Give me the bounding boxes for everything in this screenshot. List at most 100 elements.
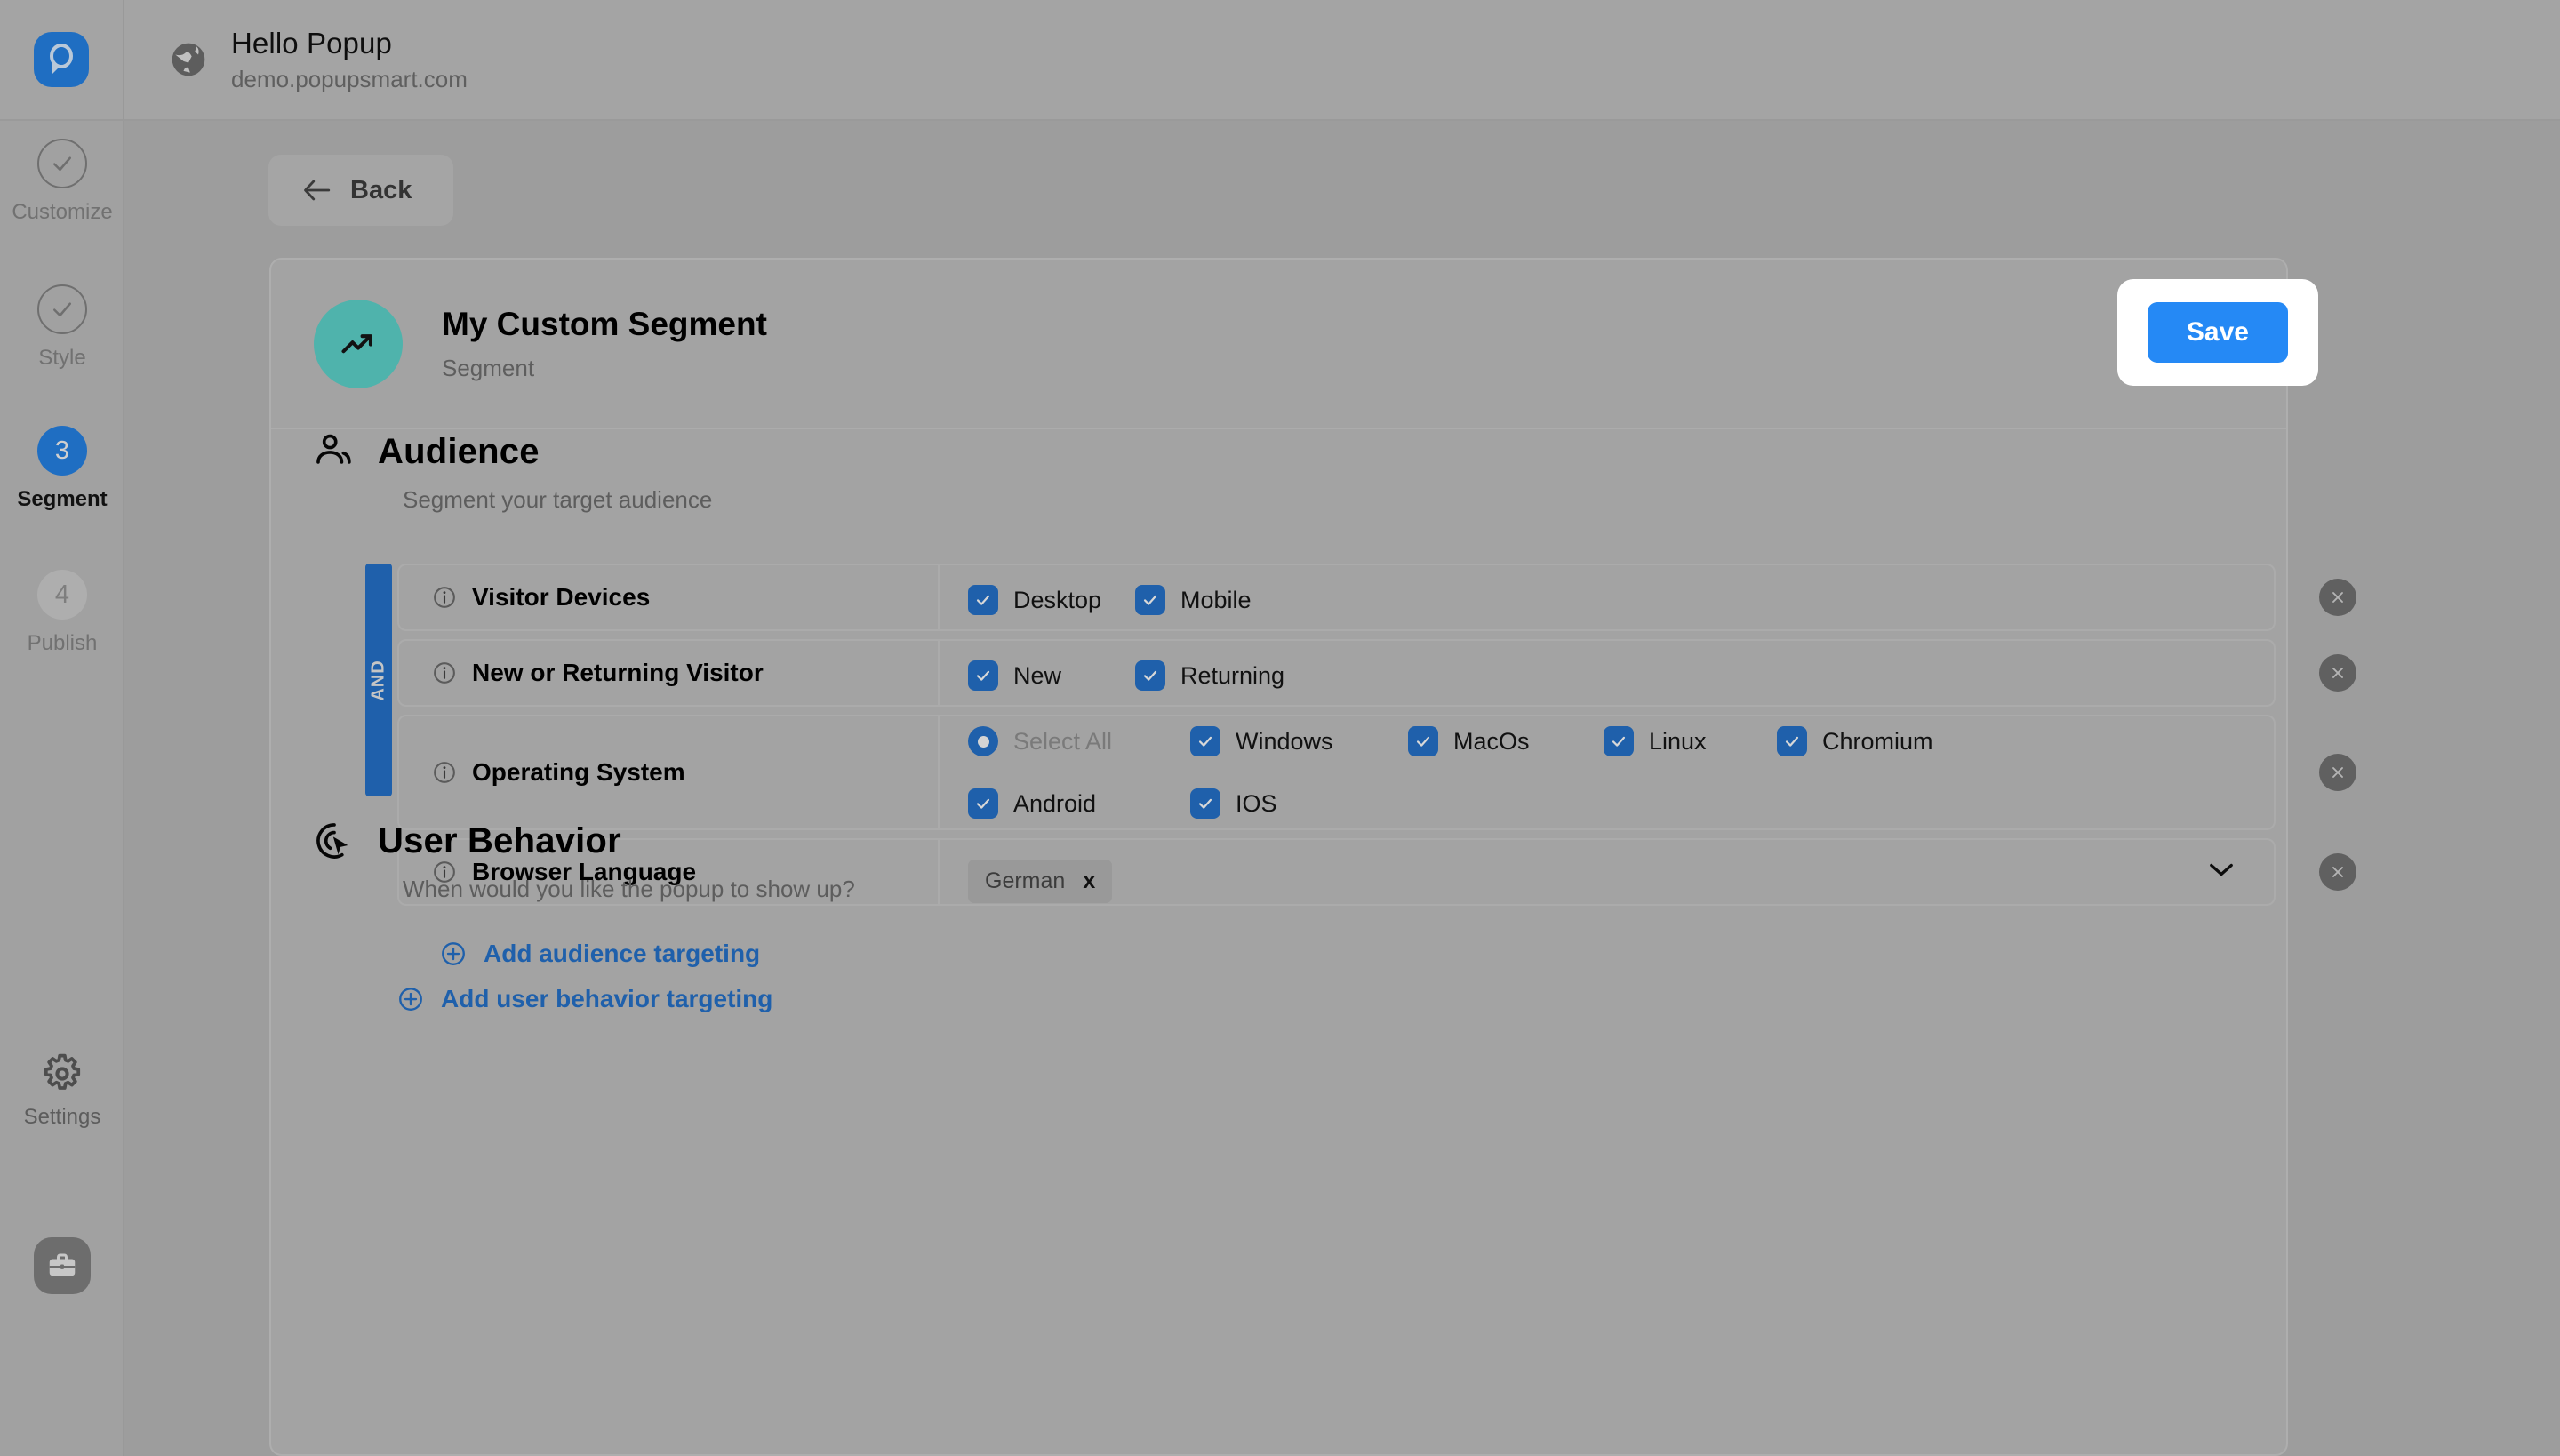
site-url: demo.popupsmart.com — [231, 67, 468, 93]
checkbox-label: Android — [1013, 790, 1096, 818]
check-icon — [49, 296, 76, 323]
sidebar-item-settings[interactable]: Settings — [0, 1052, 124, 1130]
radio-label: Select All — [1013, 728, 1112, 756]
remove-rule-button[interactable] — [2319, 579, 2356, 616]
segment-title: My Custom Segment — [442, 305, 767, 344]
save-button-highlight: Save — [2117, 279, 2318, 386]
checkbox-label: Desktop — [1013, 587, 1101, 614]
cursor-target-icon — [314, 820, 355, 861]
sidebar-step-label-customize: Customize — [12, 200, 112, 225]
rule-name: Operating System — [472, 758, 685, 787]
rule-name: New or Returning Visitor — [472, 659, 764, 687]
user-behavior-section: User Behavior When would you like the po… — [271, 820, 2286, 1013]
checkbox-ios[interactable]: IOS — [1190, 788, 1277, 819]
sidebar-step-segment[interactable]: 3 Segment — [0, 426, 124, 512]
sidebar-step-label-style: Style — [38, 346, 85, 371]
checkbox-checked-icon — [968, 788, 998, 819]
top-header-bar: Hello Popup demo.popupsmart.com — [0, 0, 2560, 121]
step-badge-segment: 3 — [37, 426, 87, 476]
info-icon[interactable] — [432, 660, 457, 685]
remove-rule-button[interactable] — [2319, 654, 2356, 692]
add-user-behavior-targeting-label: Add user behavior targeting — [441, 985, 772, 1013]
close-icon — [2329, 588, 2347, 606]
and-operator-bar[interactable]: AND — [365, 564, 392, 796]
add-user-behavior-targeting-link[interactable]: Add user behavior targeting — [397, 985, 772, 1013]
sidebar-label-settings: Settings — [24, 1105, 101, 1130]
workspace-button[interactable] — [34, 1237, 91, 1294]
sidebar-step-label-publish: Publish — [28, 631, 98, 656]
behavior-subtitle: When would you like the popup to show up… — [403, 876, 2244, 903]
checkbox-checked-icon — [1777, 726, 1807, 756]
checkbox-android[interactable]: Android — [968, 788, 1190, 819]
segment-editor-card: My Custom Segment Segment Save Audience … — [269, 258, 2288, 1456]
checkbox-checked-icon — [1408, 726, 1438, 756]
arrow-left-icon — [302, 179, 332, 202]
close-icon — [2329, 863, 2347, 881]
behavior-title: User Behavior — [378, 821, 621, 861]
site-title: Hello Popup — [231, 27, 468, 60]
trending-up-icon — [339, 324, 378, 364]
sidebar-step-style[interactable]: Style — [0, 284, 124, 371]
checkbox-label: Linux — [1649, 728, 1707, 756]
rule-name: Visitor Devices — [472, 583, 650, 612]
checkbox-desktop[interactable]: Desktop — [968, 585, 1135, 615]
checkbox-checked-icon — [968, 585, 998, 615]
remove-rule-button[interactable] — [2319, 754, 2356, 791]
behavior-heading: User Behavior — [314, 820, 2244, 861]
checkbox-label: IOS — [1236, 790, 1277, 818]
rule-value-cell: New Returning — [940, 641, 2274, 705]
checkbox-linux[interactable]: Linux — [1604, 726, 1777, 756]
checkbox-mobile[interactable]: Mobile — [1135, 585, 1252, 615]
save-button[interactable]: Save — [2148, 302, 2288, 363]
checkbox-checked-icon — [1604, 726, 1634, 756]
checkbox-macos[interactable]: MacOs — [1408, 726, 1604, 756]
app-logo-cell[interactable] — [0, 0, 124, 120]
sidebar-step-label-segment: Segment — [17, 487, 107, 512]
back-button-label: Back — [350, 176, 412, 205]
checkbox-new[interactable]: New — [968, 660, 1135, 691]
table-row: Visitor Devices Desktop — [397, 564, 2276, 631]
audience-heading: Audience — [314, 431, 2244, 472]
info-icon[interactable] — [432, 760, 457, 785]
checkbox-returning[interactable]: Returning — [1135, 660, 1284, 691]
info-icon[interactable] — [432, 585, 457, 610]
segment-avatar — [314, 300, 403, 388]
checkbox-label: MacOs — [1453, 728, 1530, 756]
checkbox-windows[interactable]: Windows — [1190, 726, 1408, 756]
radio-select-all[interactable]: Select All — [968, 726, 1190, 756]
step-badge-customize — [37, 139, 87, 188]
checkbox-checked-icon — [1135, 585, 1165, 615]
checkbox-checked-icon — [1190, 726, 1220, 756]
back-button[interactable]: Back — [268, 155, 453, 226]
wizard-step-rail: Customize Style 3 Segment 4 Publish Sett… — [0, 121, 124, 1456]
checkbox-label: Chromium — [1822, 728, 1933, 756]
check-icon — [49, 150, 76, 177]
checkbox-label: Mobile — [1180, 587, 1252, 614]
users-icon — [314, 431, 355, 472]
sidebar-step-customize[interactable]: Customize — [0, 139, 124, 225]
table-row: New or Returning Visitor New — [397, 639, 2276, 707]
remove-rule-button[interactable] — [2319, 853, 2356, 891]
globe-icon — [169, 40, 208, 79]
checkbox-label: Returning — [1180, 662, 1284, 690]
step-badge-publish: 4 — [37, 570, 87, 620]
segment-subtitle: Segment — [442, 355, 767, 382]
rule-label-cell: Visitor Devices — [399, 565, 940, 629]
briefcase-icon — [46, 1250, 78, 1282]
rule-value-cell: Desktop Mobile — [940, 565, 2274, 629]
rule-label-cell: New or Returning Visitor — [399, 641, 940, 705]
and-operator-label: AND — [369, 660, 389, 700]
site-identity: Hello Popup demo.popupsmart.com — [124, 27, 468, 93]
step-badge-style — [37, 284, 87, 334]
gear-icon — [41, 1052, 84, 1095]
checkbox-checked-icon — [1190, 788, 1220, 819]
checkbox-chromium[interactable]: Chromium — [1777, 726, 1933, 756]
sidebar-step-publish[interactable]: 4 Publish — [0, 570, 124, 656]
audience-subtitle: Segment your target audience — [403, 486, 2244, 514]
segment-card-header: My Custom Segment Segment Save — [271, 260, 2286, 429]
popupsmart-logo-icon[interactable] — [34, 32, 89, 87]
checkbox-label: Windows — [1236, 728, 1333, 756]
checkbox-checked-icon — [1135, 660, 1165, 691]
checkbox-label: New — [1013, 662, 1061, 690]
close-icon — [2329, 764, 2347, 781]
